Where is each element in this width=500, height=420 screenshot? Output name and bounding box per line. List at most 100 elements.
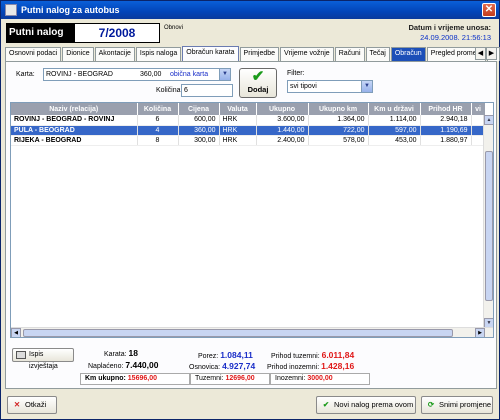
filter-select[interactable]: svi tipovi ▼ — [287, 80, 373, 93]
cell-km-u-drzavi: 1.114,00 — [368, 115, 421, 126]
cell-ukupno: 1.440,00 — [256, 125, 309, 136]
col-cijena[interactable]: Cijena — [178, 103, 220, 115]
tab-tecaj[interactable]: Tečaj — [365, 47, 390, 61]
cell-ukupno-km: 722,00 — [308, 125, 369, 136]
printer-icon — [16, 351, 26, 359]
km-ukupno-value: 15696,00 — [127, 375, 157, 382]
cell-kolicina: 4 — [137, 125, 179, 136]
window-title: Putni nalog za autobus — [21, 5, 120, 15]
chevron-down-icon[interactable]: ▼ — [219, 69, 230, 80]
datetime-value: 24.09.2008. 21:56:13 — [420, 33, 491, 42]
cell-ukupno: 2.400,00 — [256, 135, 309, 146]
cell-prihod-hr: 2.940,18 — [420, 115, 472, 126]
porez-label: Porez: — [198, 353, 219, 360]
new-order-button[interactable]: ✔ Novi nalog prema ovom — [316, 396, 416, 414]
save-button[interactable]: ⟳ Snimi promjene — [421, 396, 493, 414]
table-row[interactable]: ROVINJ - BEOGRAD - ROVINJ 6 600,00 HRK 3… — [11, 115, 486, 126]
col-prihod-hr[interactable]: Prihod HR — [420, 103, 472, 115]
naplaceno-value: 7.440,00 — [125, 360, 159, 370]
table-row[interactable]: RIJEKA - BEOGRAD 8 300,00 HRK 2.400,00 5… — [11, 135, 486, 146]
tab-vrijeme-voznje[interactable]: Vrijeme vožnje — [280, 47, 334, 61]
kolicina-input[interactable]: 6 — [181, 84, 233, 97]
tab-osnovni-podaci[interactable]: Osnovni podaci — [5, 47, 62, 61]
checkmark-icon: ✔ — [322, 400, 330, 409]
tab-obracun[interactable]: Obračun — [390, 47, 426, 61]
tab-scroll-left-icon[interactable]: ◀ — [475, 47, 486, 60]
tab-scroll-arrows: ◀ ▶ — [475, 47, 497, 60]
scroll-right-icon[interactable]: ▶ — [475, 328, 485, 337]
filter-label: Filter: — [287, 70, 305, 77]
vertical-scrollbar[interactable]: ▲ ▼ — [483, 115, 493, 328]
tab-ispis-naloga[interactable]: Ispis naloga — [135, 47, 182, 61]
inozemni-value: 3000,00 — [307, 375, 333, 382]
header: Putni nalog ID: 7/2008 Obnovi Datum i vr… — [3, 21, 499, 58]
prihod-tuzemni-value: 6.011,84 — [321, 350, 355, 360]
inozemni-label: Inozemni: — [275, 375, 306, 382]
tab-primjedbe[interactable]: Primjedbe — [239, 47, 280, 61]
tab-dionice[interactable]: Dionice — [62, 47, 94, 61]
cell-valuta: HRK — [219, 115, 257, 126]
tab-akontacije[interactable]: Akontacije — [94, 47, 135, 61]
prihod-inozemni-value: 1.428,16 — [321, 361, 355, 371]
cell-kolicina: 6 — [137, 115, 179, 126]
scroll-left-icon[interactable]: ◀ — [11, 328, 21, 337]
col-kolicina[interactable]: Količina — [137, 103, 179, 115]
cell-naziv: PULA - BEOGRAD — [11, 125, 138, 136]
order-id-value: 7/2008 — [74, 23, 160, 43]
cell-valuta: HRK — [219, 135, 257, 146]
vertical-scroll-thumb[interactable] — [485, 151, 493, 301]
porez-value: 1.084,11 — [220, 350, 253, 360]
cell-ukupno-km: 1.364,00 — [308, 115, 369, 126]
table-header-row: Naziv (relacija) Količina Cijena Valuta … — [11, 103, 486, 115]
osnovica-value: 4.927,74 — [222, 361, 256, 371]
tab-obracun-karata[interactable]: Obračun karata — [182, 46, 239, 61]
prihod-inozemni-stat: Prihod inozemni: 1.428,16 — [267, 361, 354, 371]
col-ukupno[interactable]: Ukupno — [256, 103, 309, 115]
add-button[interactable]: ✔ Dodaj — [239, 68, 277, 98]
cell-prihod-hr: 1.880,97 — [420, 135, 472, 146]
karata-label: Karata: — [104, 351, 127, 358]
naplaceno-stat: Naplaćeno: 7.440,00 — [88, 360, 158, 370]
karta-type: obična karta — [170, 71, 209, 78]
prihod-tuzemni-label: Prihod tuzemni: — [271, 353, 320, 360]
col-vi[interactable]: vi — [471, 103, 486, 115]
checkmark-icon: ✔ — [251, 68, 265, 85]
new-order-label: Novi nalog prema ovom — [334, 400, 414, 409]
cell-kolicina: 8 — [137, 135, 179, 146]
kolicina-label: Količina: — [156, 87, 183, 94]
print-report-button[interactable]: Ispis izvještaja — [12, 348, 74, 370]
refresh-save-icon: ⟳ — [427, 400, 435, 409]
cell-ukupno-km: 578,00 — [308, 135, 369, 146]
tuzemni-label: Tuzemni: — [195, 375, 224, 382]
karta-select[interactable]: ROVINJ - BEOGRAD 360,00 obična karta ▼ — [43, 68, 231, 81]
cancel-button[interactable]: ✕ Otkaži — [7, 396, 57, 414]
chevron-down-icon[interactable]: ▼ — [361, 81, 372, 92]
horizontal-scrollbar[interactable]: ◀ ▶ — [11, 327, 493, 337]
cell-ukupno: 3.600,00 — [256, 115, 309, 126]
footer-bar: ✕ Otkaži ✔ Novi nalog prema ovom ⟳ Snimi pr… — [3, 393, 497, 417]
table-row-selected[interactable]: PULA - BEOGRAD 4 360,00 HRK 1.440,00 722… — [11, 125, 486, 136]
karata-value: 18 — [128, 348, 138, 358]
karta-price: 360,00 — [140, 71, 162, 78]
tab-scroll-right-icon[interactable]: ▶ — [486, 47, 497, 60]
refresh-link[interactable]: Obnovi — [164, 25, 183, 31]
tab-racuni[interactable]: Računi — [334, 47, 365, 61]
osnovica-label: Osnovica: — [189, 364, 221, 371]
km-ukupno-label: Km ukupno: — [85, 375, 126, 382]
tickets-table: Naziv (relacija) Količina Cijena Valuta … — [10, 102, 494, 338]
inozemni-box: Inozemni: 3000,00 — [270, 373, 370, 385]
close-icon[interactable]: ✕ — [482, 3, 496, 17]
prihod-tuzemni-stat: Prihod tuzemni: 6.011,84 — [271, 350, 354, 360]
karta-label: Karta: — [16, 71, 35, 78]
scroll-up-icon[interactable]: ▲ — [484, 115, 493, 125]
cell-prihod-hr: 1.190,69 — [420, 125, 472, 136]
col-naziv[interactable]: Naziv (relacija) — [11, 103, 138, 115]
col-valuta[interactable]: Valuta — [219, 103, 257, 115]
tab-strip: Osnovni podaci Dionice Akontacije Ispis … — [5, 46, 500, 61]
datetime-label: Datum i vrijeme unosa: — [408, 23, 491, 32]
horizontal-scroll-thumb[interactable] — [23, 329, 453, 337]
cell-naziv: RIJEKA - BEOGRAD — [11, 135, 138, 146]
col-ukupno-km[interactable]: Ukupno km — [308, 103, 369, 115]
col-km-u-drzavi[interactable]: Km u državi — [368, 103, 421, 115]
porez-stat: Porez: 1.084,11 — [198, 350, 253, 360]
